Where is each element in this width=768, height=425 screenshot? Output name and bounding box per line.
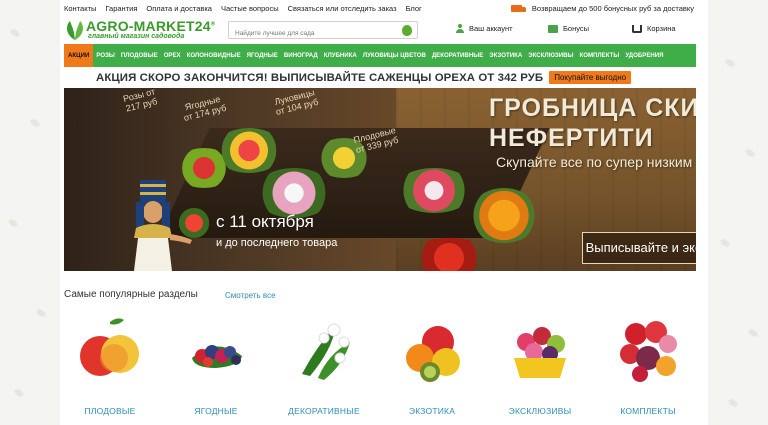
popular-categories: ПЛОДОВЫЕ ЯГОДНЫЕ ДЕКОРАТИВНЫЕ ЭКЗОТИКА Э… (60, 310, 708, 425)
account-link[interactable]: Ваш аккаунт (456, 24, 513, 33)
logo[interactable]: AGRO-MARKET24® главный магазин садовода (64, 18, 222, 44)
tag-bulbs: Луковицы от 104 руб (273, 88, 320, 117)
category-card-berries[interactable]: ЯГОДНЫЕ (166, 310, 266, 425)
berries-image (192, 345, 242, 368)
truck-icon (510, 5, 526, 12)
search-box (228, 21, 418, 42)
bonus-icon (548, 24, 558, 33)
link-faq[interactable]: Частые вопросы (221, 4, 279, 13)
banner-cta-button[interactable]: Выписывайте и экономьте (582, 232, 696, 264)
exclusive-basket-image (514, 327, 566, 378)
category-nav: АКЦИИ РОЗЫ ПЛОДОВЫЕ ОРЕХ КОЛОНОВИДНЫЕ ЯГ… (64, 44, 696, 67)
user-icon (456, 24, 464, 33)
bonus-note-text: Возвращаем до 500 бонусных руб за достав… (531, 4, 694, 13)
nav-item-berries[interactable]: ЯГОДНЫЕ (244, 44, 281, 67)
nav-item-grapes[interactable]: ВИНОГРАД (281, 44, 321, 67)
nav-item-sets[interactable]: КОМПЛЕКТЫ (576, 44, 622, 67)
leaf-logo-icon (67, 21, 83, 40)
popular-title: Самые популярные разделы (64, 289, 198, 300)
link-payment-delivery[interactable]: Оплата и доставка (146, 4, 212, 13)
tag-berries: Ягодные от 174 руб (182, 93, 228, 123)
promo-button[interactable]: Покупайте выгодно (549, 71, 632, 84)
decorative-flower-image (302, 323, 350, 380)
category-label: ДЕКОРАТИВНЫЕ (288, 406, 360, 416)
page: Контакты Гарантия Оплата и доставка Част… (60, 0, 708, 425)
bonuses-link[interactable]: Бонусы (548, 24, 589, 33)
hero-banner[interactable]: Розы от 217 руб Ягодные от 174 руб Луковиц… (64, 88, 696, 271)
bonuses-label: Бонусы (563, 24, 590, 33)
category-card-decorative[interactable]: ДЕКОРАТИВНЫЕ (274, 310, 374, 425)
nav-item-decorative[interactable]: ДЕКОРАТИВНЫЕ (429, 44, 486, 67)
cart-icon (632, 24, 642, 33)
link-blog[interactable]: Блог (406, 4, 422, 13)
nav-item-nut[interactable]: ОРЕХ (161, 44, 184, 67)
see-all-link[interactable]: Смотреть все (225, 291, 276, 300)
nav-item-strawberry[interactable]: КЛУБНИКА (321, 44, 360, 67)
cart-link[interactable]: Корзина (632, 24, 676, 33)
category-card-exclusive[interactable]: ЭКСКЛЮЗИВЫ (490, 310, 590, 425)
promo-text: АКЦИЯ СКОРО ЗАКОНЧИТСЯ! ВЫПИСЫВАЙТЕ САЖЕ… (96, 71, 544, 84)
category-card-exotic[interactable]: ЭКЗОТИКА (382, 310, 482, 425)
category-label: ЭКЗОТИКА (408, 406, 456, 416)
category-label: КОМПЛЕКТЫ (620, 406, 676, 416)
category-card-sets[interactable]: КОМПЛЕКТЫ (598, 310, 698, 425)
account-label: Ваш аккаунт (469, 24, 513, 33)
category-card-fruit[interactable]: ПЛОДОВЫЕ (60, 310, 160, 425)
nav-item-exclusive[interactable]: ЭКСКЛЮЗИВЫ (525, 44, 576, 67)
bonus-delivery-note[interactable]: Возвращаем до 500 бонусных руб за достав… (510, 4, 694, 13)
logo-title: AGRO-MARKET24® (86, 18, 216, 34)
exotic-fruits-image (406, 326, 460, 382)
banner-subline: Скупайте все по супер низким ценам (496, 154, 696, 170)
nefertiti-illustration (134, 180, 192, 271)
category-label: ПЛОДОВЫЕ (84, 406, 136, 416)
nav-item-bulbs[interactable]: ЛУКОВИЦЫ ЦВЕТОВ (360, 44, 429, 67)
banner-headline: ГРОБНИЦА СКИДОК НЕФЕРТИТИ (489, 94, 696, 152)
banner-date: с 11 октября (216, 212, 314, 231)
nav-item-roses[interactable]: РОЗЫ (93, 44, 118, 67)
logo-subtitle: главный магазин садовода (88, 33, 185, 40)
sets-image (620, 321, 677, 382)
nav-item-exotic[interactable]: ЭКЗОТИКА (486, 44, 525, 67)
nav-item-fruit[interactable]: ПЛОДОВЫЕ (118, 44, 161, 67)
promo-strip: АКЦИЯ СКОРО ЗАКОНЧИТСЯ! ВЫПИСЫВАЙТЕ САЖЕ… (96, 70, 632, 85)
top-links-bar: Контакты Гарантия Оплата и доставка Част… (64, 4, 708, 16)
nav-item-fertilizers[interactable]: УДОБРЕНИЯ (622, 44, 666, 67)
banner-date-note: и до последнего товара (216, 237, 338, 249)
apples-image (80, 318, 139, 376)
cart-label: Корзина (647, 24, 676, 33)
nav-item-columnar[interactable]: КОЛОНОВИДНЫЕ (184, 44, 244, 67)
tag-roses: Розы от 217 руб (122, 88, 159, 114)
search-input[interactable] (229, 25, 389, 42)
category-label: ЭКСКЛЮЗИВЫ (508, 406, 572, 416)
category-label: ЯГОДНЫЕ (194, 406, 238, 416)
apple-search-icon[interactable] (402, 25, 412, 36)
link-contact-track[interactable]: Связаться или отследить заказ (288, 4, 397, 13)
nav-item-sales[interactable]: АКЦИИ (64, 44, 94, 67)
link-contacts[interactable]: Контакты (64, 4, 96, 13)
link-guarantee[interactable]: Гарантия (105, 4, 137, 13)
